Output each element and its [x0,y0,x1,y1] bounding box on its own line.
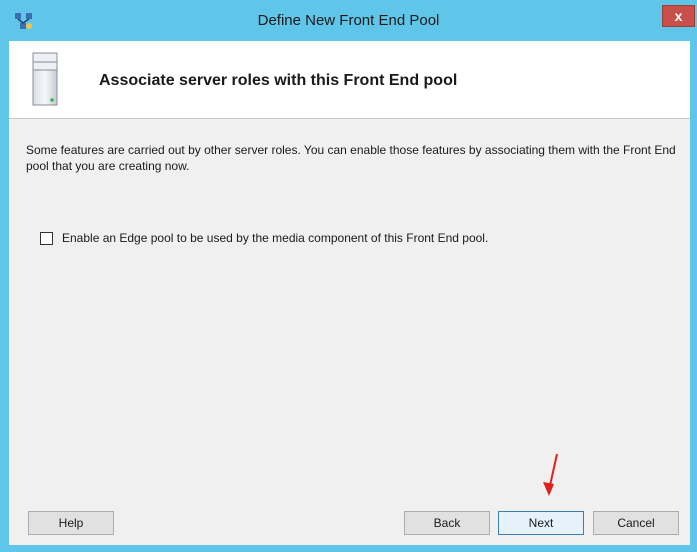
title-bar[interactable]: Define New Front End Pool x [0,0,697,41]
next-button[interactable]: Next [498,511,584,535]
back-button[interactable]: Back [404,511,490,535]
description-text: Some features are carried out by other s… [26,143,676,173]
edge-pool-checkbox[interactable] [40,231,53,245]
window-title: Define New Front End Pool [257,12,440,29]
help-button[interactable]: Help [28,511,114,535]
close-button[interactable]: x [662,5,695,27]
cancel-button[interactable]: Cancel [593,511,679,535]
server-icon [32,52,58,106]
dialog-window: Define New Front End Pool x Associate se… [0,0,697,552]
dialog-body: Associate server roles with this Front E… [9,41,690,545]
page-title: Associate server roles with this Front E… [99,72,458,89]
edge-pool-checkbox-label[interactable]: Enable an Edge pool to be used by the me… [62,231,488,245]
wizard-header: Associate server roles with this Front E… [9,41,690,119]
red-arrow-icon [543,453,558,496]
edge-pool-option[interactable]: Enable an Edge pool to be used by the me… [40,230,488,246]
